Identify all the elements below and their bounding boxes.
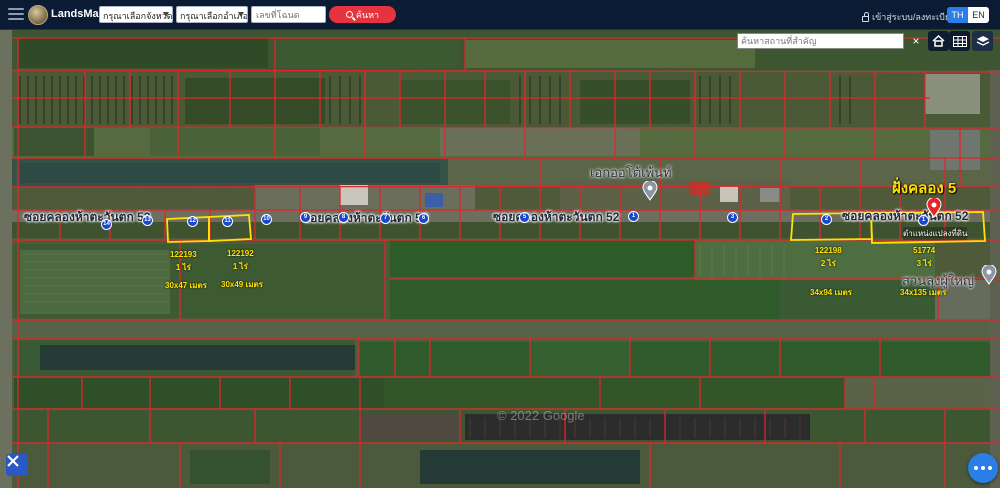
login-link[interactable]: เข้าสู่ระบบ/ลงทะเบียน — [862, 10, 956, 24]
parcel-marker[interactable]: 3 — [727, 212, 738, 223]
tools-icon — [7, 455, 19, 467]
plot-deed: 122193 — [170, 250, 197, 259]
chevron-down-icon — [238, 12, 244, 17]
province-select[interactable]: กรุณาเลือกจังหวัด — [99, 6, 173, 23]
logo-icon — [28, 5, 48, 25]
annotation-title: ฝั่งคลอง 5 — [892, 180, 957, 197]
parcel-marker[interactable]: 14 — [101, 219, 112, 230]
parcel-marker[interactable]: 13 — [142, 215, 153, 226]
parcel-marker[interactable]: 7 — [380, 213, 391, 224]
plot-deed: 122198 — [815, 246, 842, 255]
parcel-marker[interactable]: 6 — [418, 213, 429, 224]
home-icon — [932, 35, 945, 47]
street-label: ซอยคลองห้าตะวันตก 52 — [493, 210, 620, 224]
lock-icon — [862, 11, 869, 22]
plot-area: 1 ไร่ — [175, 262, 191, 272]
lang-en-button[interactable]: EN — [968, 7, 989, 23]
parcel-marker[interactable]: 2 — [821, 214, 832, 225]
parcel-marker[interactable]: 1 — [918, 215, 929, 226]
plot-dimensions: 30x47 เมตร — [165, 281, 207, 290]
login-label: เข้าสู่ระบบ/ลงทะเบียน — [872, 12, 957, 22]
parcel-marker[interactable]: 5 — [519, 212, 530, 223]
map-watermark: © 2022 Google — [497, 408, 585, 423]
lang-th-button[interactable]: TH — [947, 7, 968, 23]
search-icon — [345, 11, 353, 18]
location-pin-icon[interactable] — [981, 265, 997, 285]
plot-info: 122198 2 ไร่ — [815, 245, 842, 271]
plot-dimensions: 34x135 เมตร — [900, 288, 947, 297]
grid-icon — [952, 35, 967, 47]
plot-dimensions: 30x49 เมตร — [221, 280, 263, 289]
plot-info: 51774 3 ไร่ — [913, 245, 935, 271]
plot-dimensions: 34x94 เมตร — [810, 288, 852, 297]
plot-info: 122193 1 ไร่ — [170, 249, 197, 275]
chat-dots-icon — [974, 466, 978, 470]
plot-info: 122192 1 ไร่ — [227, 248, 254, 274]
plot-area: 2 ไร่ — [820, 258, 836, 268]
search-button[interactable]: ค้นหา — [329, 6, 396, 23]
annotation-subtitle: ตำแหน่งแปลงที่ดิน — [903, 227, 968, 240]
parcel-marker[interactable]: 10 — [261, 214, 272, 225]
street-label: ซอยคลองห้าตะวันตก 52 — [24, 210, 151, 224]
chevron-down-icon — [163, 12, 169, 17]
location-pin-icon[interactable] — [926, 198, 942, 218]
district-select[interactable]: กรุณาเลือกอำเภอ — [176, 6, 248, 23]
tools-button[interactable] — [6, 454, 28, 476]
plot-area: 1 ไร่ — [232, 261, 248, 271]
hamburger-menu-icon[interactable] — [8, 8, 24, 22]
chat-button[interactable] — [968, 453, 998, 483]
plot-area: 3 ไร่ — [916, 258, 932, 268]
parcel-marker[interactable]: 12 — [187, 216, 198, 227]
home-button[interactable] — [928, 31, 949, 51]
plot-deed: 122192 — [227, 249, 254, 258]
layers-button[interactable] — [972, 31, 993, 51]
parcel-marker[interactable]: 8 — [338, 212, 349, 223]
language-toggle: TH EN — [947, 7, 989, 23]
parcel-marker[interactable]: 9 — [300, 212, 311, 223]
place-search-input[interactable] — [737, 33, 904, 49]
plot-deed: 51774 — [913, 246, 936, 255]
poi-label[interactable]: เอกออโต้เพ้นท์ — [590, 162, 672, 183]
map-canvas[interactable]: ซอยคลองห้าตะวันตก 52 ซอยคลองห้าตะวันตก 5… — [0, 30, 1000, 488]
street-label: ซอยคลองห้าตะวันตก 52 — [302, 211, 429, 225]
parcel-marker[interactable]: 1 — [628, 211, 639, 222]
clear-search-button[interactable]: × — [906, 33, 926, 49]
search-button-label: ค้นหา — [355, 9, 380, 20]
street-label: ซอยคลองห้าตะวันตก 52 — [842, 209, 969, 223]
deed-number-input[interactable] — [251, 6, 326, 23]
layers-icon — [976, 35, 989, 46]
grid-button[interactable] — [949, 31, 970, 51]
top-navbar: LandsMaps กรุณาเลือกจังหวัด กรุณาเลือกอำ… — [0, 0, 1000, 30]
location-pin-icon[interactable] — [642, 181, 658, 201]
parcel-marker[interactable]: 11 — [222, 216, 233, 227]
